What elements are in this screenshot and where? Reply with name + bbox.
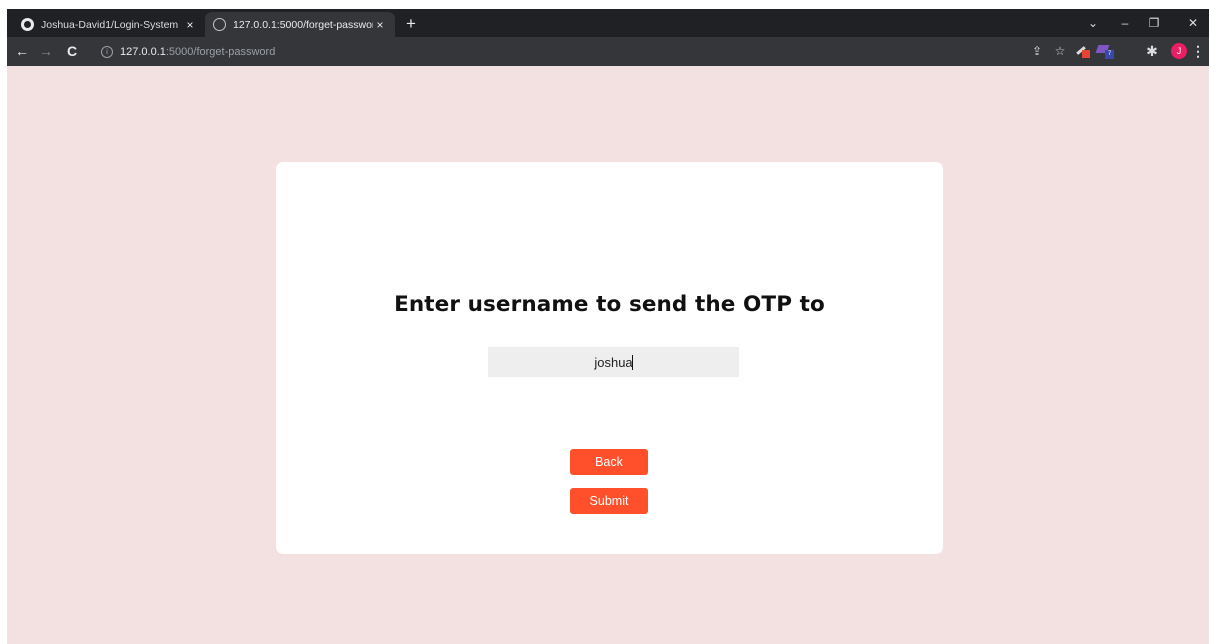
tab-github[interactable]: Joshua-David1/Login-System × — [13, 12, 205, 37]
github-icon — [21, 18, 34, 31]
page-viewport: Enter username to send the OTP to Back S… — [7, 66, 1209, 644]
close-window-button[interactable]: ✕ — [1181, 13, 1205, 33]
url-path: :5000/forget-password — [165, 45, 276, 58]
forget-password-card: Enter username to send the OTP to Back S… — [276, 162, 943, 554]
tab-title: Joshua-David1/Login-System — [41, 18, 179, 31]
text-caret — [632, 355, 633, 370]
tab-close-icon[interactable]: × — [373, 18, 387, 32]
forward-arrow-icon[interactable]: → — [36, 41, 56, 61]
browser-toolbar: ← → C i 127.0.0.1:5000/forget-password ⇪… — [7, 37, 1209, 66]
page-title: Enter username to send the OTP to — [394, 292, 825, 317]
new-tab-button[interactable]: + — [400, 13, 422, 35]
back-button[interactable]: Back — [570, 449, 648, 475]
share-icon[interactable]: ⇪ — [1029, 43, 1045, 59]
url-host: 127.0.0.1 — [120, 45, 166, 58]
tab-search-chevron-icon[interactable]: ⌄ — [1081, 13, 1105, 33]
username-input[interactable] — [488, 347, 739, 377]
profile-avatar[interactable]: J — [1171, 43, 1187, 59]
restore-button[interactable]: ❐ — [1142, 13, 1166, 33]
tab-forget-password[interactable]: 127.0.0.1:5000/forget-password × — [205, 12, 395, 37]
globe-icon — [213, 18, 226, 31]
reload-icon[interactable]: C — [62, 41, 82, 61]
back-arrow-icon[interactable]: ← — [12, 41, 32, 61]
minimize-button[interactable]: – — [1113, 13, 1137, 33]
extensions-puzzle-icon[interactable]: ✱ — [1144, 43, 1160, 59]
tab-title: 127.0.0.1:5000/forget-password — [233, 18, 373, 31]
pen-extension-icon[interactable] — [1075, 44, 1091, 58]
submit-button[interactable]: Submit — [570, 488, 648, 514]
info-icon[interactable]: i — [101, 45, 113, 58]
extension-badge: 7 — [1105, 50, 1114, 59]
browser-window: Joshua-David1/Login-System × 127.0.0.1:5… — [7, 9, 1209, 644]
tab-strip: Joshua-David1/Login-System × 127.0.0.1:5… — [7, 9, 1209, 37]
bookmark-star-icon[interactable]: ☆ — [1052, 43, 1068, 59]
stack-extension-icon[interactable]: 7 — [1095, 43, 1115, 59]
menu-kebab-icon[interactable]: ⋮ — [1190, 43, 1206, 59]
tab-close-icon[interactable]: × — [183, 18, 197, 32]
